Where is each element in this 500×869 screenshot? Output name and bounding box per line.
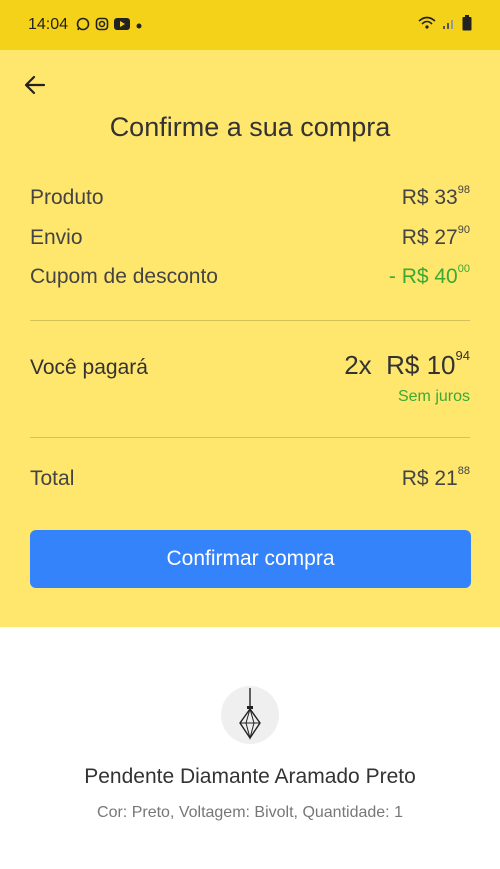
coupon-label: Cupom de desconto xyxy=(30,265,218,288)
pendant-lamp-icon xyxy=(239,688,261,740)
dot-icon xyxy=(135,18,143,32)
divider xyxy=(30,320,470,321)
coupon-row: Cupom de desconto - R$ 4000 xyxy=(30,263,470,289)
product-price: R$ 3398 xyxy=(401,184,470,209)
battery-icon xyxy=(462,14,472,36)
divider xyxy=(30,437,470,438)
product-row: Produto R$ 3398 xyxy=(30,184,470,210)
product-details: Cor: Preto, Voltagem: Bivolt, Quantidade… xyxy=(97,804,403,821)
youtube-icon xyxy=(114,18,131,32)
total-price: R$ 2188 xyxy=(401,465,470,490)
installment-amount: 2x R$ 1094 xyxy=(344,348,470,380)
total-label: Total xyxy=(30,467,75,490)
payment-label: Você pagará xyxy=(30,356,148,379)
interest-free-note: Sem juros xyxy=(397,388,470,405)
total-row: Total R$ 2188 xyxy=(30,465,470,491)
status-bar: 14:04 xyxy=(0,0,500,50)
confirm-purchase-button[interactable]: Confirmar compra xyxy=(30,530,471,588)
status-time: 14:04 xyxy=(28,16,69,33)
coupon-discount: - R$ 4000 xyxy=(388,263,470,288)
arrow-left-icon[interactable] xyxy=(22,72,48,98)
whatsapp-icon xyxy=(76,17,90,33)
shipping-row: Envio R$ 2790 xyxy=(30,224,470,250)
shipping-price: R$ 2790 xyxy=(401,224,470,249)
product-name: Pendente Diamante Aramado Preto xyxy=(84,765,416,788)
page-title: Confirme a sua compra xyxy=(109,112,391,142)
shipping-label: Envio xyxy=(30,226,83,249)
notification-icons xyxy=(76,17,143,33)
instagram-icon xyxy=(95,17,109,33)
wifi-icon xyxy=(418,16,436,35)
product-image xyxy=(221,686,279,744)
product-label: Produto xyxy=(30,186,104,209)
purchase-summary: Confirme a sua compra Produto R$ 3398 En… xyxy=(0,50,500,627)
signal-icon xyxy=(442,16,456,35)
payment-row: Você pagará 2x R$ 1094 xyxy=(30,348,470,381)
